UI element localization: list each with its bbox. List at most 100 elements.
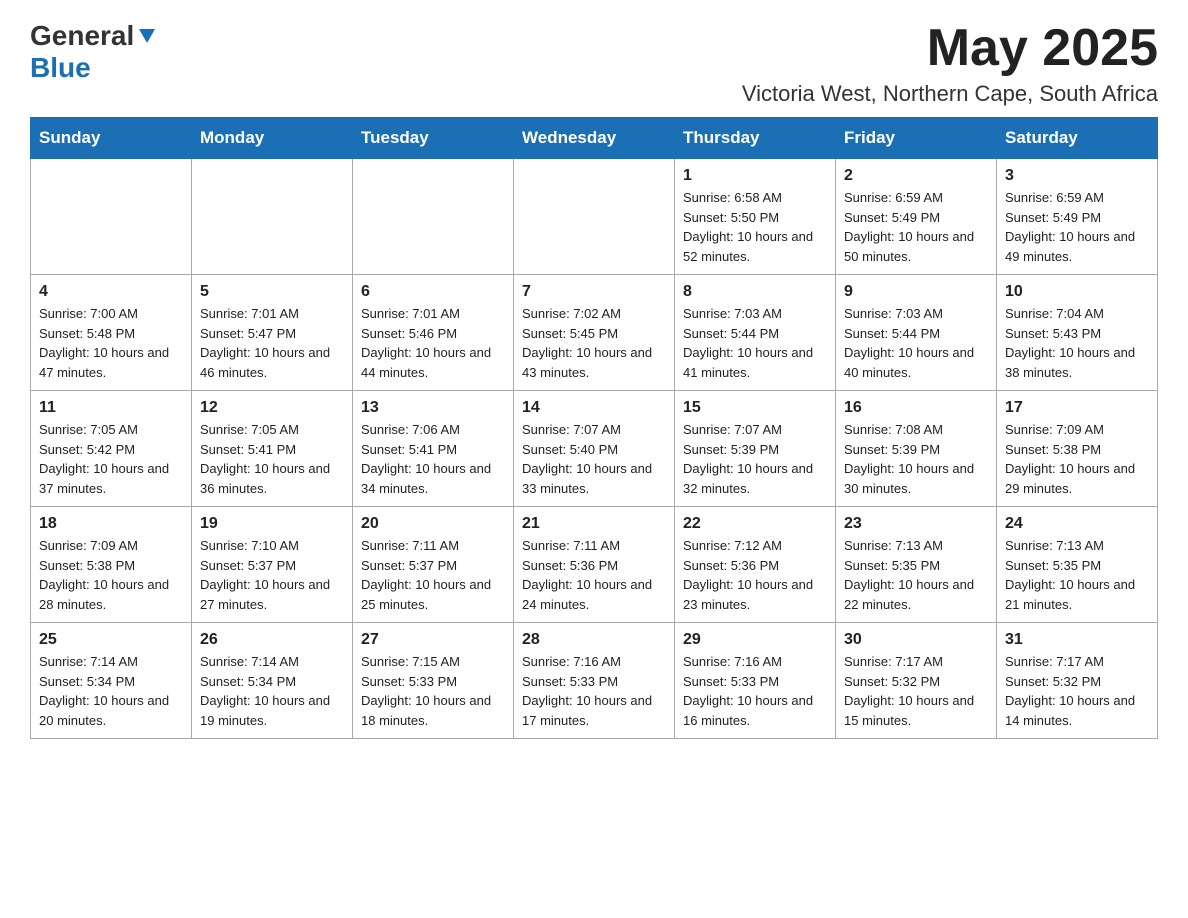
day-info: Sunrise: 7:09 AMSunset: 5:38 PMDaylight:… <box>39 536 183 614</box>
day-info: Sunrise: 7:16 AMSunset: 5:33 PMDaylight:… <box>522 652 666 730</box>
day-number: 17 <box>1005 399 1149 417</box>
calendar-header-thursday: Thursday <box>675 118 836 159</box>
calendar-cell: 15Sunrise: 7:07 AMSunset: 5:39 PMDayligh… <box>675 391 836 507</box>
day-info: Sunrise: 7:17 AMSunset: 5:32 PMDaylight:… <box>844 652 988 730</box>
month-year-title: May 2025 <box>742 20 1158 77</box>
day-info: Sunrise: 7:16 AMSunset: 5:33 PMDaylight:… <box>683 652 827 730</box>
day-number: 12 <box>200 399 344 417</box>
logo-arrow-icon <box>134 25 160 47</box>
calendar-header-tuesday: Tuesday <box>353 118 514 159</box>
calendar-cell: 22 Sunrise: 7:12 AMSunset: 5:36 PMDayligh… <box>675 507 836 623</box>
logo-blue-text: Blue <box>30 52 91 83</box>
calendar-cell: 31Sunrise: 7:17 AMSunset: 5:32 PMDayligh… <box>997 623 1158 739</box>
day-number: 24 <box>1005 515 1149 533</box>
day-info: Sunrise: 7:04 AMSunset: 5:43 PMDaylight:… <box>1005 304 1149 382</box>
calendar-cell: 12 Sunrise: 7:05 AMSunset: 5:41 PMDayligh… <box>192 391 353 507</box>
day-number: 11 <box>39 399 183 417</box>
calendar-cell: 2 Sunrise: 6:59 AMSunset: 5:49 PMDaylight… <box>836 159 997 275</box>
calendar-cell: 20 Sunrise: 7:11 AMSunset: 5:37 PMDayligh… <box>353 507 514 623</box>
day-info: Sunrise: 7:13 AMSunset: 5:35 PMDaylight:… <box>844 536 988 614</box>
day-info: Sunrise: 7:15 AMSunset: 5:33 PMDaylight:… <box>361 652 505 730</box>
calendar-cell: 1 Sunrise: 6:58 AMSunset: 5:50 PMDaylight… <box>675 159 836 275</box>
day-number: 28 <box>522 631 666 649</box>
day-info: Sunrise: 7:06 AMSunset: 5:41 PMDaylight:… <box>361 420 505 498</box>
calendar-header-wednesday: Wednesday <box>514 118 675 159</box>
calendar-header-sunday: Sunday <box>31 118 192 159</box>
calendar-cell: 14 Sunrise: 7:07 AMSunset: 5:40 PMDayligh… <box>514 391 675 507</box>
calendar-cell: 30 Sunrise: 7:17 AMSunset: 5:32 PMDayligh… <box>836 623 997 739</box>
day-number: 23 <box>844 515 988 533</box>
calendar-cell: 9 Sunrise: 7:03 AMSunset: 5:44 PMDaylight… <box>836 275 997 391</box>
day-number: 30 <box>844 631 988 649</box>
day-number: 29 <box>683 631 827 649</box>
calendar-cell: 28 Sunrise: 7:16 AMSunset: 5:33 PMDayligh… <box>514 623 675 739</box>
day-number: 1 <box>683 167 827 185</box>
day-number: 25 <box>39 631 183 649</box>
calendar-cell: 18Sunrise: 7:09 AMSunset: 5:38 PMDayligh… <box>31 507 192 623</box>
calendar-cell: 5 Sunrise: 7:01 AMSunset: 5:47 PMDaylight… <box>192 275 353 391</box>
day-number: 8 <box>683 283 827 301</box>
day-info: Sunrise: 6:58 AMSunset: 5:50 PMDaylight:… <box>683 188 827 266</box>
calendar-week-row: 1 Sunrise: 6:58 AMSunset: 5:50 PMDaylight… <box>31 159 1158 275</box>
calendar-cell: 10 Sunrise: 7:04 AMSunset: 5:43 PMDayligh… <box>997 275 1158 391</box>
calendar-cell: 13 Sunrise: 7:06 AMSunset: 5:41 PMDayligh… <box>353 391 514 507</box>
calendar-week-row: 18Sunrise: 7:09 AMSunset: 5:38 PMDayligh… <box>31 507 1158 623</box>
day-number: 10 <box>1005 283 1149 301</box>
calendar-cell: 6 Sunrise: 7:01 AMSunset: 5:46 PMDaylight… <box>353 275 514 391</box>
day-info: Sunrise: 7:12 AMSunset: 5:36 PMDaylight:… <box>683 536 827 614</box>
calendar-cell <box>31 159 192 275</box>
day-number: 22 <box>683 515 827 533</box>
calendar-header-monday: Monday <box>192 118 353 159</box>
day-info: Sunrise: 7:00 AMSunset: 5:48 PMDaylight:… <box>39 304 183 382</box>
day-info: Sunrise: 7:03 AMSunset: 5:44 PMDaylight:… <box>844 304 988 382</box>
day-info: Sunrise: 7:03 AMSunset: 5:44 PMDaylight:… <box>683 304 827 382</box>
day-info: Sunrise: 7:09 AMSunset: 5:38 PMDaylight:… <box>1005 420 1149 498</box>
day-info: Sunrise: 7:11 AMSunset: 5:37 PMDaylight:… <box>361 536 505 614</box>
calendar-cell: 11 Sunrise: 7:05 AMSunset: 5:42 PMDayligh… <box>31 391 192 507</box>
day-info: Sunrise: 6:59 AMSunset: 5:49 PMDaylight:… <box>1005 188 1149 266</box>
calendar-cell: 24 Sunrise: 7:13 AMSunset: 5:35 PMDayligh… <box>997 507 1158 623</box>
calendar-cell: 29 Sunrise: 7:16 AMSunset: 5:33 PMDayligh… <box>675 623 836 739</box>
day-info: Sunrise: 7:05 AMSunset: 5:42 PMDaylight:… <box>39 420 183 498</box>
calendar-header-saturday: Saturday <box>997 118 1158 159</box>
day-number: 5 <box>200 283 344 301</box>
day-info: Sunrise: 7:01 AMSunset: 5:47 PMDaylight:… <box>200 304 344 382</box>
day-info: Sunrise: 7:17 AMSunset: 5:32 PMDaylight:… <box>1005 652 1149 730</box>
day-number: 26 <box>200 631 344 649</box>
day-number: 20 <box>361 515 505 533</box>
calendar-cell: 26 Sunrise: 7:14 AMSunset: 5:34 PMDayligh… <box>192 623 353 739</box>
day-number: 4 <box>39 283 183 301</box>
calendar-cell: 25Sunrise: 7:14 AMSunset: 5:34 PMDayligh… <box>31 623 192 739</box>
day-number: 2 <box>844 167 988 185</box>
calendar-cell: 3Sunrise: 6:59 AMSunset: 5:49 PMDaylight… <box>997 159 1158 275</box>
day-info: Sunrise: 6:59 AMSunset: 5:49 PMDaylight:… <box>844 188 988 266</box>
day-number: 13 <box>361 399 505 417</box>
calendar-cell: 16Sunrise: 7:08 AMSunset: 5:39 PMDayligh… <box>836 391 997 507</box>
day-number: 7 <box>522 283 666 301</box>
day-info: Sunrise: 7:07 AMSunset: 5:40 PMDaylight:… <box>522 420 666 498</box>
calendar-cell: 8 Sunrise: 7:03 AMSunset: 5:44 PMDaylight… <box>675 275 836 391</box>
day-number: 21 <box>522 515 666 533</box>
day-number: 6 <box>361 283 505 301</box>
day-number: 15 <box>683 399 827 417</box>
calendar-cell: 21 Sunrise: 7:11 AMSunset: 5:36 PMDayligh… <box>514 507 675 623</box>
calendar-cell <box>192 159 353 275</box>
calendar-cell: 27Sunrise: 7:15 AMSunset: 5:33 PMDayligh… <box>353 623 514 739</box>
logo: General Blue <box>30 20 160 84</box>
day-info: Sunrise: 7:05 AMSunset: 5:41 PMDaylight:… <box>200 420 344 498</box>
calendar-cell <box>353 159 514 275</box>
calendar-week-row: 4 Sunrise: 7:00 AMSunset: 5:48 PMDaylight… <box>31 275 1158 391</box>
logo-general-text: General <box>30 20 134 52</box>
calendar-cell <box>514 159 675 275</box>
day-info: Sunrise: 7:11 AMSunset: 5:36 PMDaylight:… <box>522 536 666 614</box>
day-number: 14 <box>522 399 666 417</box>
day-number: 16 <box>844 399 988 417</box>
location-subtitle: Victoria West, Northern Cape, South Afri… <box>742 81 1158 107</box>
day-number: 9 <box>844 283 988 301</box>
day-info: Sunrise: 7:01 AMSunset: 5:46 PMDaylight:… <box>361 304 505 382</box>
day-info: Sunrise: 7:13 AMSunset: 5:35 PMDaylight:… <box>1005 536 1149 614</box>
calendar-cell: 17 Sunrise: 7:09 AMSunset: 5:38 PMDayligh… <box>997 391 1158 507</box>
day-info: Sunrise: 7:14 AMSunset: 5:34 PMDaylight:… <box>200 652 344 730</box>
calendar-cell: 23 Sunrise: 7:13 AMSunset: 5:35 PMDayligh… <box>836 507 997 623</box>
calendar-header-row: SundayMondayTuesdayWednesdayThursdayFrid… <box>31 118 1158 159</box>
